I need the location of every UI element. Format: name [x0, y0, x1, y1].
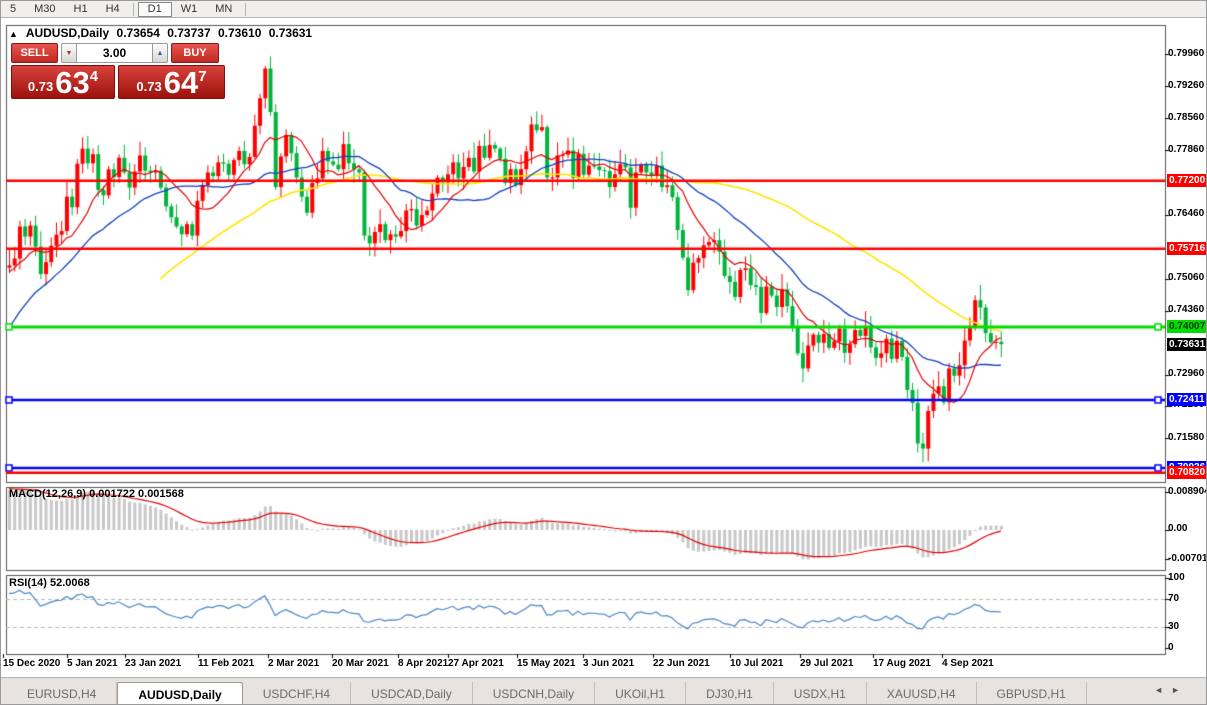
date-tick-label: 17 Aug 2021	[873, 658, 931, 669]
buy-price-big: 64	[163, 65, 199, 100]
date-tick-label: 4 Sep 2021	[942, 658, 994, 669]
date-tick-label: 20 Mar 2021	[332, 658, 389, 669]
volume-increase-icon[interactable]: ▲	[152, 43, 168, 63]
date-tick-label: 10 Jul 2021	[730, 658, 784, 669]
price-tick-label: 0.72960	[1168, 368, 1205, 380]
buy-price-prefix: 0.73	[136, 79, 162, 94]
date-tick-label: 2 Mar 2021	[268, 658, 320, 669]
date-tick-label: 8 Apr 2021	[398, 658, 449, 669]
macd-axis-label: -0.007012	[1168, 552, 1207, 564]
chart-tab-dj30[interactable]: DJ30,H1	[686, 682, 774, 704]
date-tick-label: 15 Dec 2020	[3, 658, 61, 669]
hline-price-label: 0.74007	[1167, 320, 1206, 334]
chart-tab-ukoil[interactable]: UKOil,H1	[595, 682, 687, 704]
rsi-axis-label: 30	[1168, 620, 1180, 632]
date-tick-label: 22 Jun 2021	[653, 658, 710, 669]
ohlc-low: 0.73610	[217, 26, 262, 40]
ohlc-close: 0.73631	[268, 26, 313, 40]
price-tick-label: 0.77860	[1168, 143, 1205, 155]
hline-price-label: 0.70820	[1167, 466, 1206, 480]
current-price-label: 0.73631	[1167, 337, 1206, 351]
macd-indicator-label: MACD(12,26,9) 0.001722 0.001568	[9, 488, 184, 500]
volume-decrease-icon[interactable]: ▼	[61, 43, 77, 63]
price-tick-label: 0.74360	[1168, 304, 1205, 316]
chart-tab-usdx[interactable]: USDX,H1	[774, 682, 867, 704]
ohlc-high: 0.73737	[167, 26, 211, 40]
price-chart-canvas[interactable]	[1, 1, 1206, 704]
chart-tab-usdcad[interactable]: USDCAD,Daily	[351, 682, 473, 704]
chart-tab-eurusd[interactable]: EURUSD,H4	[7, 682, 118, 704]
tab-scroll-right-icon[interactable]: ►	[1171, 685, 1188, 695]
date-tick-label: 15 May 2021	[517, 658, 576, 669]
chart-symbol-label: AUDUSD,Daily	[25, 26, 110, 40]
chart-tab-usdchf[interactable]: USDCHF,H4	[243, 682, 352, 704]
rsi-indicator-label: RSI(14) 52.0068	[9, 577, 90, 589]
sell-button[interactable]: SELL	[11, 43, 58, 63]
price-tick-label: 0.79960	[1168, 47, 1205, 59]
chart-tab-xauusd[interactable]: XAUUSD,H4	[867, 682, 977, 704]
date-tick-label: 3 Jun 2021	[583, 658, 635, 669]
one-click-trading-panel: SELL ▼ ▲ BUY 0.73 63 4 0.73 64 7	[11, 43, 225, 99]
rsi-axis-label: 70	[1168, 592, 1180, 604]
date-tick-label: 23 Jan 2021	[125, 658, 182, 669]
date-tick-label: 11 Feb 2021	[198, 658, 255, 669]
volume-input[interactable]	[77, 43, 152, 63]
tab-scroll-left-icon[interactable]: ◄	[1154, 685, 1171, 695]
macd-axis-label: 0.008904	[1168, 485, 1207, 497]
hline-price-label: 0.75716	[1167, 242, 1206, 256]
buy-button[interactable]: BUY	[171, 43, 219, 63]
chart-tab-usdcnh[interactable]: USDCNH,Daily	[473, 682, 596, 704]
sell-price-display[interactable]: 0.73 63 4	[11, 65, 115, 99]
sell-price-big: 63	[55, 65, 90, 100]
trading-platform-window: 5M30H1H4D1W1MN ▲ AUDUSD,Daily 0.73654 0.…	[0, 0, 1207, 705]
price-tick-label: 0.78560	[1168, 111, 1205, 123]
price-tick-label: 0.75060	[1168, 272, 1205, 284]
sell-price-pip: 4	[89, 68, 99, 85]
macd-axis-label: 0.00	[1168, 523, 1188, 535]
ohlc-open: 0.73654	[116, 26, 160, 40]
price-tick-label: 0.76460	[1168, 208, 1205, 220]
chart-tab-audusd[interactable]: AUDUSD,Daily	[117, 682, 243, 704]
date-tick-label: 5 Jan 2021	[67, 658, 118, 669]
tab-scroll-arrows: ◄►	[1154, 685, 1188, 695]
collapse-quote-panel-icon[interactable]: ▲	[9, 29, 18, 39]
sell-price-prefix: 0.73	[27, 79, 54, 94]
price-tick-label: 0.71580	[1168, 431, 1205, 443]
chart-tab-gbpusd[interactable]: GBPUSD,H1	[977, 682, 1087, 704]
buy-price-pip: 7	[198, 68, 207, 85]
date-tick-label: 27 Apr 2021	[448, 658, 504, 669]
hline-price-label: 0.77200	[1167, 174, 1206, 188]
hline-price-label: 0.72411	[1167, 393, 1206, 407]
rsi-axis-label: 100	[1168, 571, 1185, 583]
rsi-axis-label: 0	[1168, 641, 1174, 653]
price-tick-label: 0.79260	[1168, 79, 1205, 91]
buy-price-display[interactable]: 0.73 64 7	[118, 65, 225, 99]
chart-title: ▲ AUDUSD,Daily 0.73654 0.73737 0.73610 0…	[9, 26, 316, 40]
date-tick-label: 29 Jul 2021	[800, 658, 854, 669]
chart-tab-bar: EURUSD,H4 AUDUSD,Daily USDCHF,H4 USDCAD,Dai…	[1, 677, 1206, 704]
